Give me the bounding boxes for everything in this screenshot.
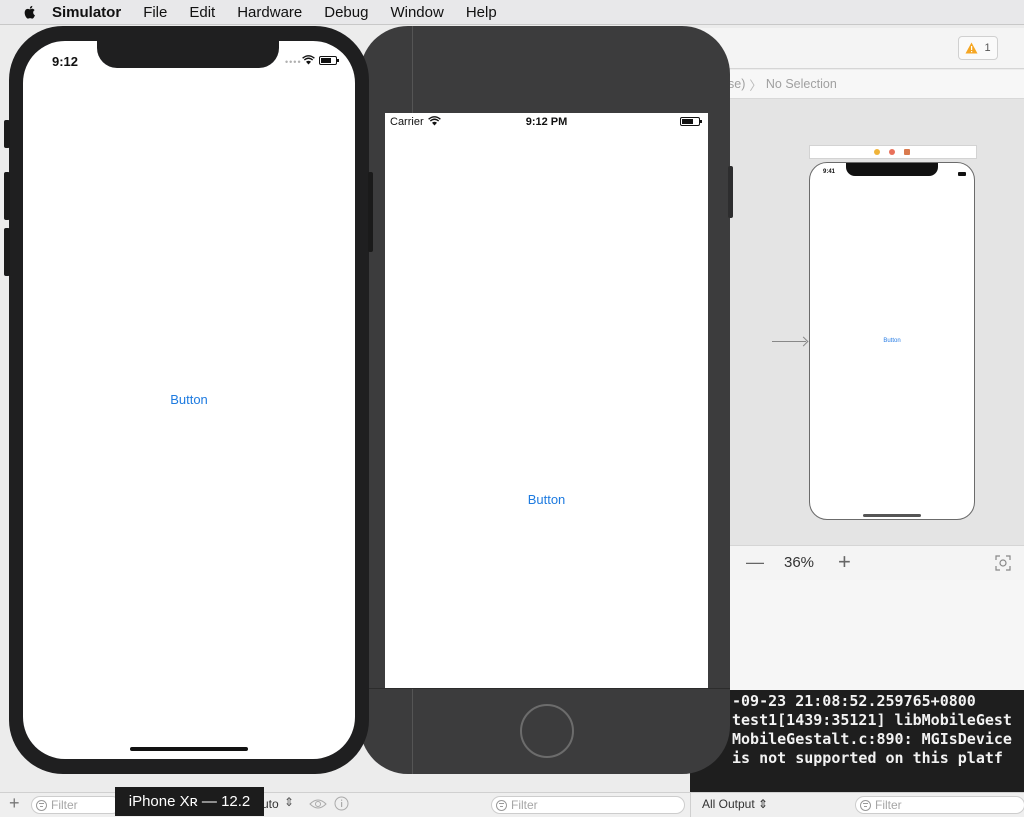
zoom-in-icon[interactable]: +	[838, 549, 851, 575]
zoom-out-icon[interactable]: —	[746, 552, 764, 573]
volume-up-button[interactable]	[4, 172, 10, 220]
scene-time: 9:41	[823, 169, 836, 175]
signal-icon: ••••	[285, 57, 302, 67]
device-tooltip: iPhone Xʀ — 12.2	[115, 787, 264, 816]
scene-dock[interactable]	[809, 145, 977, 159]
status-bar: Carrier 9:12 PM	[385, 113, 708, 131]
menu-help[interactable]: Help	[466, 4, 497, 21]
warning-badge[interactable]: 1	[958, 36, 998, 60]
battery-icon	[958, 172, 966, 176]
console-line: is not supported on this platf	[732, 749, 1003, 767]
filter-placeholder: Filter	[875, 798, 902, 812]
status-time: 9:12 PM	[525, 116, 568, 128]
entry-point-arrow[interactable]	[772, 336, 809, 347]
home-indicator[interactable]	[130, 747, 248, 751]
debug-area	[690, 580, 1024, 690]
notch	[97, 41, 279, 68]
filter-icon	[36, 799, 47, 811]
auto-selector[interactable]: uto	[262, 797, 279, 811]
frame-edge	[360, 688, 730, 689]
navigator-filter[interactable]: Filter	[31, 796, 121, 814]
iphonexr-screen[interactable]: 9:12 •••• Button	[23, 41, 355, 759]
home-button[interactable]	[520, 704, 574, 758]
volume-down-button[interactable]	[4, 228, 10, 276]
warning-icon	[965, 42, 978, 54]
button[interactable]: Button	[23, 392, 355, 407]
console-line: -09-23 21:08:52.259765+0800	[732, 692, 976, 710]
output-selector-label: All Output	[702, 797, 755, 811]
mute-switch[interactable]	[4, 120, 10, 148]
menu-app-name[interactable]: Simulator	[52, 4, 121, 21]
jumpbar-crumb[interactable]: se)	[728, 77, 745, 91]
battery-icon	[680, 117, 702, 126]
menu-hardware[interactable]: Hardware	[237, 4, 302, 21]
console-output[interactable]: -09-23 21:08:52.259765+0800 test1[1439:35…	[690, 690, 1024, 792]
menu-debug[interactable]: Debug	[324, 4, 368, 21]
menu-file[interactable]: File	[143, 4, 167, 21]
home-indicator	[863, 514, 921, 517]
jumpbar-selection[interactable]: No Selection	[766, 77, 837, 91]
jump-bar: se) 〉 No Selection	[690, 70, 1024, 99]
filter-placeholder: Filter	[511, 798, 538, 812]
menu-edit[interactable]: Edit	[189, 4, 215, 21]
canvas-zoom-bar: — 36% +	[690, 545, 1024, 581]
console-filter[interactable]: Filter	[855, 796, 1024, 814]
storyboard-scene[interactable]: 9:41 Button	[809, 162, 975, 520]
warning-count: 1	[984, 42, 991, 54]
zoom-to-fit-icon[interactable]	[994, 554, 1012, 572]
variables-filter[interactable]: Filter	[491, 796, 685, 814]
wifi-icon	[302, 55, 315, 65]
console-line: MobileGestalt.c:890: MGIsDevice	[732, 730, 1012, 748]
power-button[interactable]	[368, 172, 373, 252]
zoom-level[interactable]: 36%	[784, 554, 814, 571]
filter-icon	[496, 799, 507, 811]
button[interactable]: Button	[385, 492, 708, 507]
info-icon[interactable]	[334, 796, 349, 811]
apple-icon[interactable]	[22, 4, 38, 20]
chevron-right-icon: 〉	[749, 78, 762, 93]
add-icon[interactable]: +	[9, 793, 20, 814]
eye-icon[interactable]	[309, 798, 327, 810]
view-controller-icon[interactable]	[874, 149, 880, 155]
exit-icon[interactable]	[904, 149, 910, 155]
output-selector[interactable]: All Output ⇕	[702, 797, 768, 811]
updown-chevron-icon[interactable]: ⇕	[284, 795, 294, 809]
status-time: 9:12	[52, 54, 79, 69]
divider	[690, 793, 691, 817]
first-responder-icon[interactable]	[889, 149, 895, 155]
menu-window[interactable]: Window	[390, 4, 443, 21]
iphone8-screen[interactable]: Carrier 9:12 PM Button	[385, 113, 708, 688]
console-line: test1[1439:35121] libMobileGest	[732, 711, 1012, 729]
scene-button[interactable]: Button	[810, 338, 974, 344]
scene-notch	[846, 163, 938, 176]
battery-icon	[319, 56, 339, 65]
menu-bar: Simulator File Edit Hardware Debug Windo…	[0, 0, 1024, 25]
side-button[interactable]	[728, 166, 733, 218]
updown-chevron-icon: ⇕	[758, 797, 769, 811]
filter-placeholder: Filter	[51, 798, 78, 812]
filter-icon	[860, 799, 871, 811]
